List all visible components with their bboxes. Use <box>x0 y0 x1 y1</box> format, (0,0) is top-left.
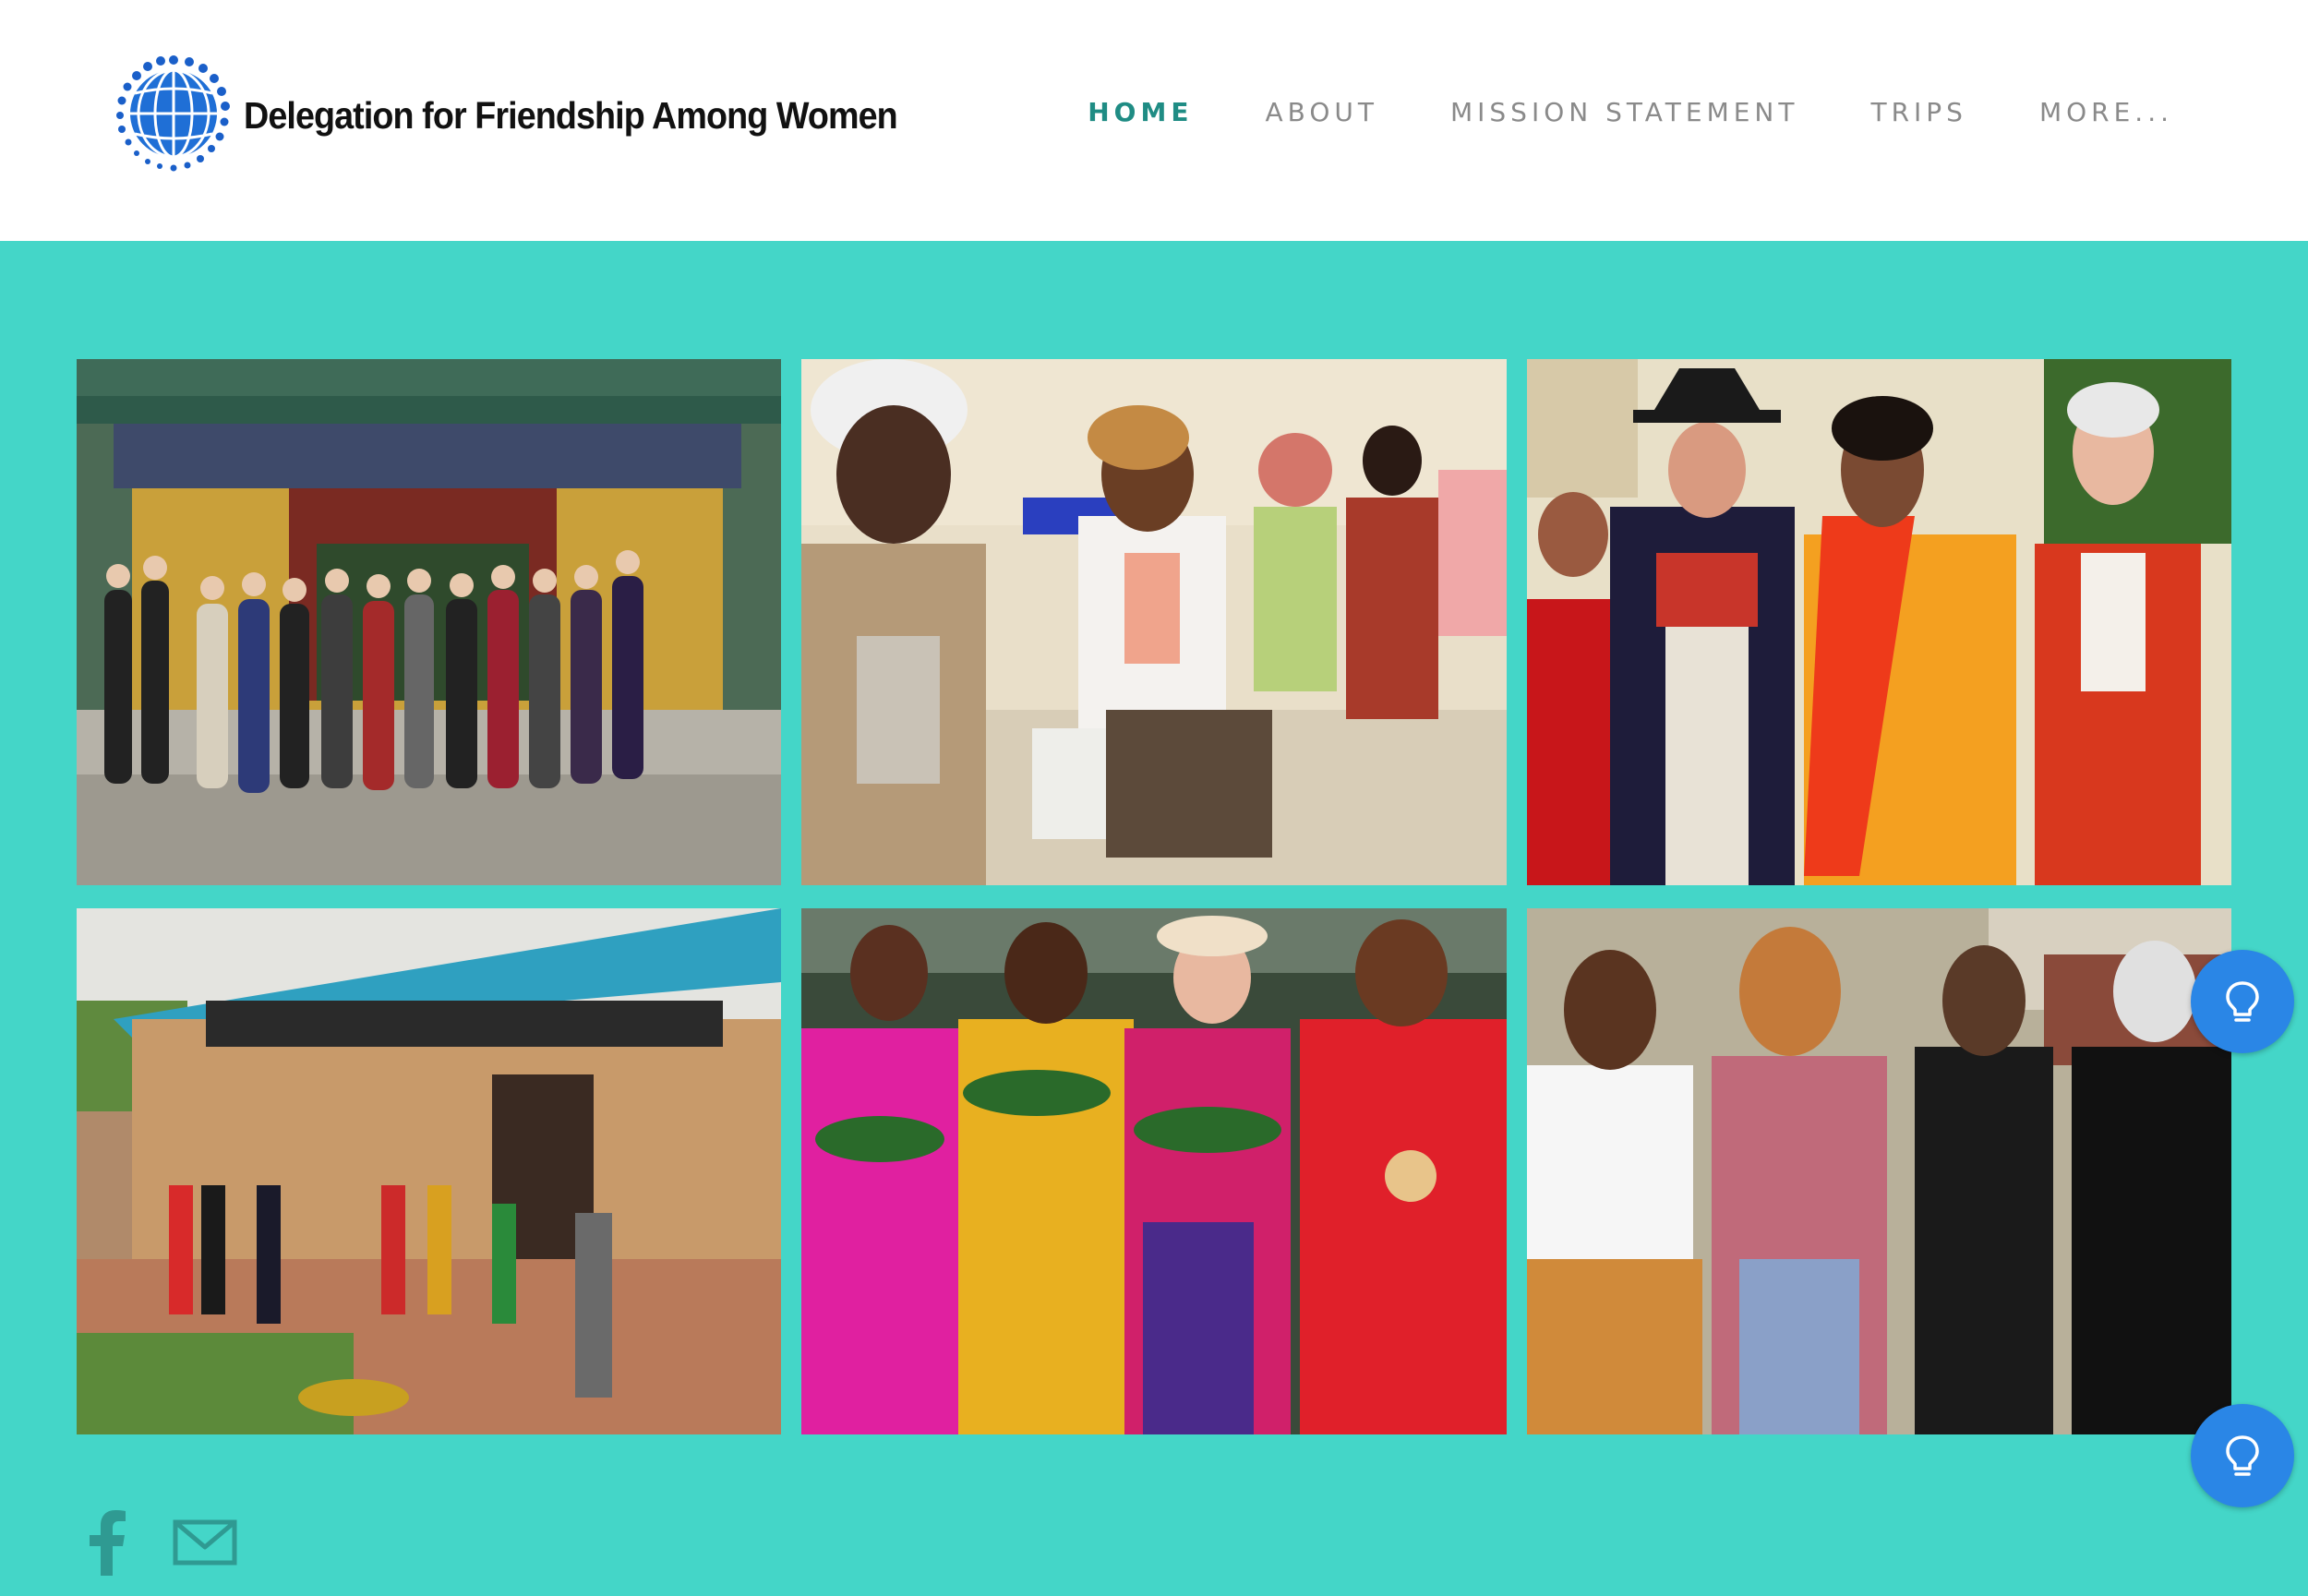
social-links <box>88 1509 237 1576</box>
site-title: Delegation for Friendship Among Women <box>244 93 898 137</box>
photo-gallery <box>77 359 2231 1434</box>
site-header: Delegation for Friendship Among Women HO… <box>0 0 2308 241</box>
lightbulb-icon <box>2226 1435 2259 1476</box>
mail-icon[interactable] <box>173 1519 237 1566</box>
main-nav: HOME ABOUT MISSION STATEMENT TRIPS MORE.… <box>1088 97 2173 127</box>
gallery-photo-6[interactable] <box>1527 908 2231 1434</box>
nav-mission-statement[interactable]: MISSION STATEMENT <box>1450 97 1798 127</box>
gallery-photo-5[interactable] <box>801 908 1507 1434</box>
globe-dots-icon <box>116 55 230 172</box>
help-button-top[interactable] <box>2191 950 2294 1053</box>
nav-home[interactable]: HOME <box>1088 97 1193 127</box>
nav-more[interactable]: MORE... <box>2039 97 2173 127</box>
help-button-bottom[interactable] <box>2191 1404 2294 1507</box>
facebook-icon[interactable] <box>88 1509 126 1576</box>
gallery-photo-4[interactable] <box>77 908 781 1434</box>
site-logo[interactable]: Delegation for Friendship Among Women <box>109 51 954 180</box>
gallery-photo-3[interactable] <box>1527 359 2231 885</box>
nav-trips[interactable]: TRIPS <box>1870 97 1966 127</box>
gallery-photo-1[interactable] <box>77 359 781 885</box>
gallery-photo-2[interactable] <box>801 359 1507 885</box>
nav-about[interactable]: ABOUT <box>1265 97 1378 127</box>
lightbulb-icon <box>2226 981 2259 1022</box>
